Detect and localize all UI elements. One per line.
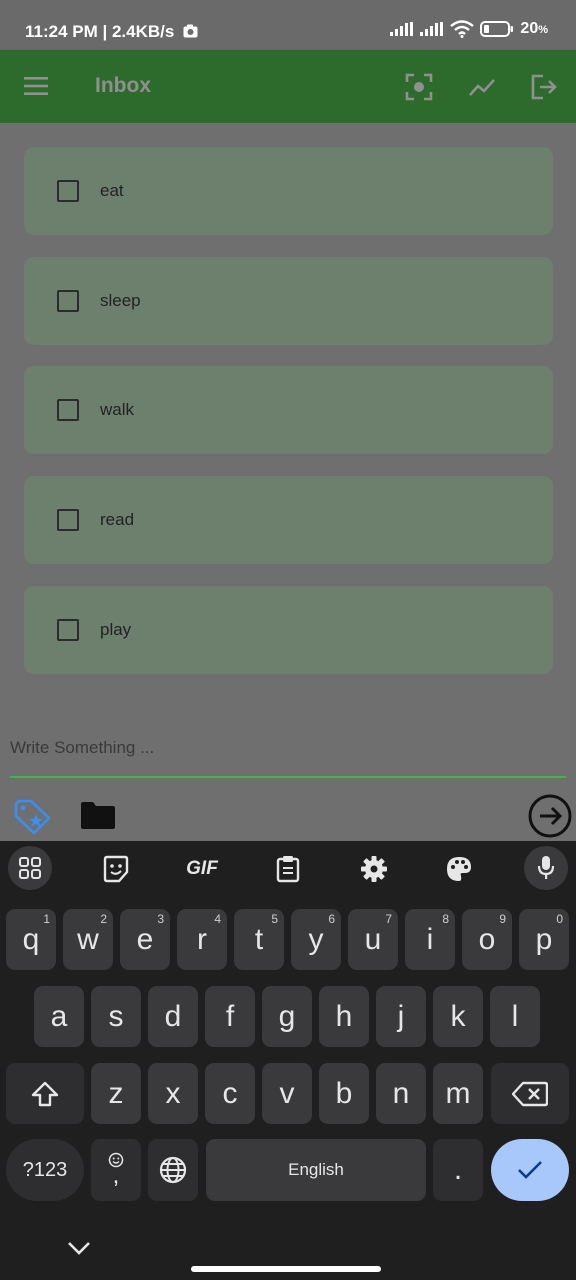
key-d[interactable]: d xyxy=(148,986,198,1047)
logout-icon[interactable] xyxy=(529,72,559,102)
todo-label: walk xyxy=(100,400,135,419)
key-t[interactable]: t5 xyxy=(234,909,284,970)
todo-label: eat xyxy=(100,181,124,200)
send-arrow-icon[interactable] xyxy=(527,793,573,839)
battery-icon xyxy=(480,21,514,37)
signal-icon xyxy=(420,22,444,36)
key-f[interactable]: f xyxy=(205,986,255,1047)
shift-arrow-icon xyxy=(31,1081,59,1106)
todo-item[interactable]: walk xyxy=(24,366,553,454)
key-z[interactable]: z xyxy=(91,1063,141,1124)
enter-key[interactable] xyxy=(491,1139,569,1201)
folder-icon[interactable] xyxy=(80,800,116,830)
key-g[interactable]: g xyxy=(262,986,312,1047)
key-l[interactable]: l xyxy=(490,986,540,1047)
todo-item[interactable]: sleep xyxy=(24,257,553,345)
backspace-icon xyxy=(512,1081,548,1106)
key-b[interactable]: b xyxy=(319,1063,369,1124)
todo-list: eat sleep walk read play xyxy=(0,123,576,712)
wifi-icon xyxy=(450,20,475,38)
status-indicators: 20% xyxy=(390,20,548,38)
key-y[interactable]: y6 xyxy=(291,909,341,970)
camera-icon xyxy=(183,24,198,38)
checkmark-icon xyxy=(518,1161,542,1179)
key-a[interactable]: a xyxy=(34,986,84,1047)
status-time: 11:24 PM | 2.4KB/s xyxy=(25,22,175,41)
todo-label: read xyxy=(100,510,135,529)
todo-input[interactable] xyxy=(10,732,565,764)
microphone-icon[interactable] xyxy=(524,846,568,890)
clipboard-icon[interactable] xyxy=(266,841,310,897)
key-r[interactable]: r4 xyxy=(177,909,227,970)
menu-icon[interactable] xyxy=(22,74,50,98)
key-c[interactable]: c xyxy=(205,1063,255,1124)
key-q[interactable]: q1 xyxy=(6,909,56,970)
todo-item[interactable]: read xyxy=(24,476,553,564)
todo-checkbox[interactable] xyxy=(57,399,79,421)
todo-label: sleep xyxy=(100,291,141,310)
keyboard: GIF q1 w 2 e 3 r 4 t 5 y 6 u 7 i 8 o 9 p… xyxy=(0,841,576,1280)
globe-icon xyxy=(159,1156,187,1184)
period-key[interactable]: . xyxy=(433,1139,483,1201)
composer xyxy=(0,712,576,778)
emoji-comma-key[interactable]: , xyxy=(91,1139,141,1201)
todo-item[interactable]: play xyxy=(24,586,553,674)
key-w[interactable]: w2 xyxy=(63,909,113,970)
key-e[interactable]: e3 xyxy=(120,909,170,970)
key-x[interactable]: x xyxy=(148,1063,198,1124)
settings-gear-icon[interactable] xyxy=(352,841,396,897)
key-v[interactable]: v xyxy=(262,1063,312,1124)
tag-icon[interactable] xyxy=(12,796,54,836)
todo-item[interactable]: eat xyxy=(24,147,553,235)
todo-checkbox[interactable] xyxy=(57,180,79,202)
apps-grid-icon[interactable] xyxy=(8,846,52,890)
todo-checkbox[interactable] xyxy=(57,290,79,312)
todo-label: play xyxy=(100,620,132,639)
key-j[interactable]: j xyxy=(376,986,426,1047)
key-n[interactable]: n xyxy=(376,1063,426,1124)
key-o[interactable]: o9 xyxy=(462,909,512,970)
todo-checkbox[interactable] xyxy=(57,619,79,641)
battery-percent: 20 xyxy=(520,20,539,37)
key-k[interactable]: k xyxy=(433,986,483,1047)
space-bar[interactable]: English xyxy=(206,1139,426,1201)
backspace-key[interactable] xyxy=(491,1063,569,1124)
key-u[interactable]: u7 xyxy=(348,909,398,970)
home-indicator[interactable] xyxy=(191,1266,381,1272)
key-s[interactable]: s xyxy=(91,986,141,1047)
composer-toolbar xyxy=(0,778,576,841)
language-globe-key[interactable] xyxy=(148,1139,198,1201)
page-title: Inbox xyxy=(95,74,151,97)
scan-icon[interactable] xyxy=(404,72,434,102)
symbols-key[interactable]: ?123 xyxy=(6,1139,84,1201)
signal-icon xyxy=(390,22,414,36)
app-bar: Inbox xyxy=(0,50,576,123)
sticker-icon[interactable] xyxy=(94,841,138,897)
key-i[interactable]: i8 xyxy=(405,909,455,970)
key-p[interactable]: p0 xyxy=(519,909,569,970)
todo-checkbox[interactable] xyxy=(57,509,79,531)
status-bar: 11:24 PM | 2.4KB/s 20% xyxy=(0,0,576,50)
shift-key[interactable] xyxy=(6,1063,84,1124)
keyboard-hide-chevron-icon[interactable] xyxy=(66,1239,92,1257)
gif-button[interactable]: GIF xyxy=(178,841,226,897)
key-h[interactable]: h xyxy=(319,986,369,1047)
key-m[interactable]: m xyxy=(433,1063,483,1124)
palette-icon[interactable] xyxy=(437,841,481,897)
trending-icon[interactable] xyxy=(467,72,497,102)
